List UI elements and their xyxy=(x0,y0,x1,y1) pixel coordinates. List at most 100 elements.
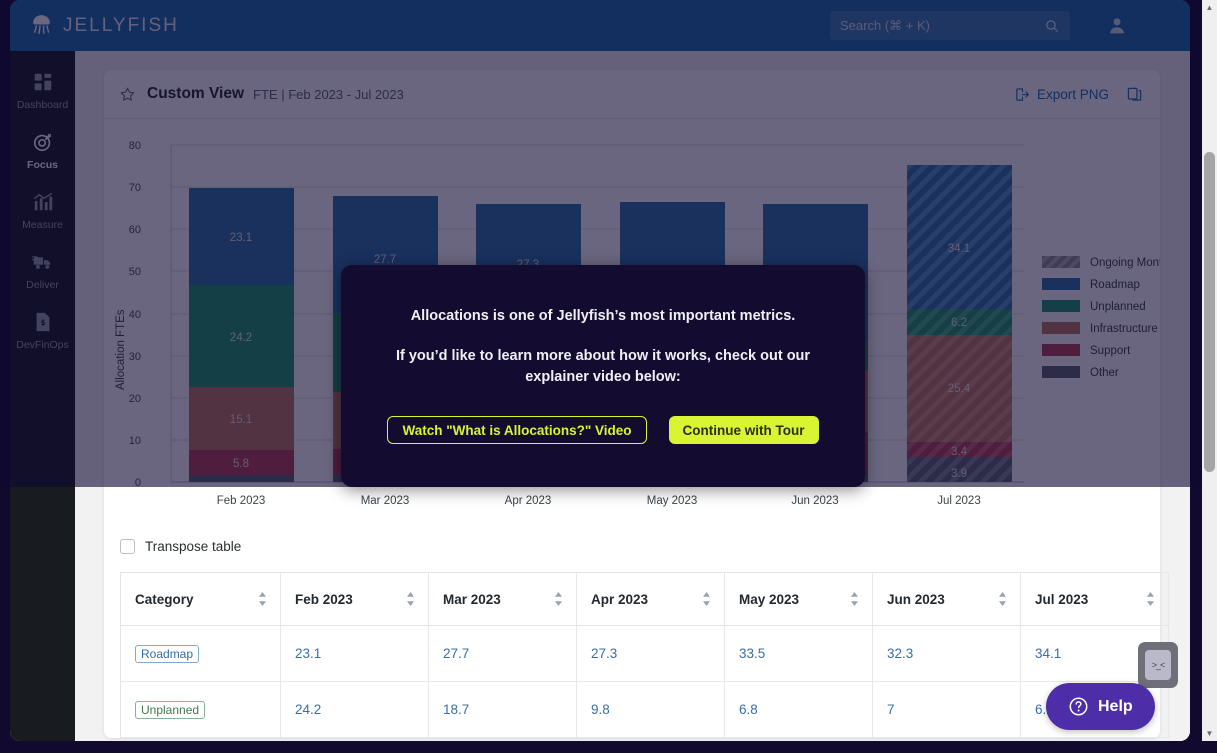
allocations-table: Category Feb 2023 Mar 2023 Apr 2023 May … xyxy=(120,572,1169,738)
page-scrollbar[interactable]: ▲ ▼ xyxy=(1202,0,1217,741)
help-button[interactable]: Help xyxy=(1046,683,1155,730)
chart-legend: Ongoing Month Roadmap Unplanned Infrastr… xyxy=(1042,256,1160,379)
table-row: Roadmap 23.1 27.7 27.3 33.5 32.3 34.1 xyxy=(120,625,1169,682)
table-col-jul-2023[interactable]: Jul 2023 xyxy=(1020,572,1169,626)
transpose-table-row[interactable]: Transpose table xyxy=(120,528,1160,564)
table-cell-value: 24.2 xyxy=(280,681,429,738)
bar-jul-2023: 34.1 6.2 25.4 3.4 3.9 xyxy=(907,165,1012,482)
duplicate-copy-icon[interactable] xyxy=(1126,86,1143,103)
svg-text:Jun 2023: Jun 2023 xyxy=(791,495,838,507)
export-png-icon xyxy=(1016,87,1029,101)
svg-text:70: 70 xyxy=(129,182,141,194)
scroll-up-arrow[interactable]: ▲ xyxy=(1202,0,1217,15)
table-col-category[interactable]: Category xyxy=(120,572,281,626)
category-chip-unplanned[interactable]: Unplanned xyxy=(135,700,206,719)
svg-text:50: 50 xyxy=(129,266,141,278)
document-dollar-icon xyxy=(36,312,49,332)
table-col-feb-2023[interactable]: Feb 2023 xyxy=(280,572,429,626)
sort-icon[interactable] xyxy=(850,592,859,606)
table-cell-value: 7 xyxy=(872,681,1021,738)
table-col-label: Feb 2023 xyxy=(295,591,353,607)
svg-text:May 2023: May 2023 xyxy=(647,495,698,507)
svg-text:40: 40 xyxy=(129,309,141,321)
sidebar-item-deliver[interactable]: Deliver xyxy=(10,240,75,300)
user-avatar-icon[interactable] xyxy=(1106,15,1128,37)
search-input[interactable] xyxy=(830,18,1044,33)
export-png-label: Export PNG xyxy=(1036,86,1109,102)
continue-with-tour-button[interactable]: Continue with Tour xyxy=(668,416,819,444)
svg-text:0: 0 xyxy=(135,477,141,489)
dashboard-grid-icon xyxy=(34,73,51,91)
sort-icon[interactable] xyxy=(702,592,711,606)
sidebar-item-focus[interactable]: Focus xyxy=(10,120,75,180)
scroll-down-arrow[interactable]: ▼ xyxy=(1202,726,1217,741)
table-cell-value: 27.3 xyxy=(576,625,725,682)
brand-name: JELLYFISH xyxy=(63,14,179,36)
table-col-apr-2023[interactable]: Apr 2023 xyxy=(576,572,725,626)
svg-text:60: 60 xyxy=(129,224,141,236)
table-col-label: Jul 2023 xyxy=(1035,591,1089,607)
svg-text:Infrastructure: Infrastructure xyxy=(1090,323,1158,335)
sidebar-item-devfinops[interactable]: DevFinOps xyxy=(10,300,75,360)
sidebar-item-dashboard[interactable]: Dashboard xyxy=(10,60,75,120)
tour-actions: Watch "What is Allocations?" Video Conti… xyxy=(387,416,819,444)
sort-icon[interactable] xyxy=(258,592,267,606)
search-icon[interactable] xyxy=(1044,18,1060,34)
sidebar-label-devfinops: DevFinOps xyxy=(16,339,69,351)
transpose-table-checkbox[interactable] xyxy=(120,538,135,554)
star-favorite-icon[interactable] xyxy=(119,86,136,103)
export-png-button[interactable]: Export PNG xyxy=(1015,87,1109,102)
table-cell-category: Unplanned xyxy=(120,681,281,738)
svg-text:34.1: 34.1 xyxy=(948,243,970,255)
tour-message-line-2: If you’d like to learn more about how it… xyxy=(395,348,811,385)
table-row: Unplanned 24.2 18.7 9.8 6.8 7 6.2 xyxy=(120,681,1169,738)
svg-text:Apr 2023: Apr 2023 xyxy=(505,495,552,507)
svg-text:Roadmap: Roadmap xyxy=(1090,279,1140,291)
sort-icon[interactable] xyxy=(998,592,1007,606)
svg-text:6.2: 6.2 xyxy=(951,317,967,329)
svg-text:Support: Support xyxy=(1090,345,1131,357)
terminal-face-icon: >_< xyxy=(1145,650,1171,680)
data-table-section: Transpose table Category Feb 2023 Mar 20… xyxy=(104,528,1169,738)
svg-text:Feb 2023: Feb 2023 xyxy=(217,495,266,507)
bar-feb-2023: 23.1 24.2 15.1 5.8 xyxy=(189,188,294,482)
category-chip-roadmap[interactable]: Roadmap xyxy=(135,644,200,663)
scrollbar-thumb[interactable] xyxy=(1204,152,1215,472)
sort-icon[interactable] xyxy=(554,592,563,606)
target-focus-icon xyxy=(33,133,52,152)
table-col-jun-2023[interactable]: Jun 2023 xyxy=(872,572,1021,626)
svg-text:Mar 2023: Mar 2023 xyxy=(361,495,410,507)
question-circle-icon xyxy=(1069,697,1088,716)
watch-allocations-video-button[interactable]: Watch "What is Allocations?" Video xyxy=(387,416,647,444)
svg-text:15.1: 15.1 xyxy=(230,414,252,426)
page-title: Custom View xyxy=(147,85,245,102)
svg-text:23.1: 23.1 xyxy=(230,232,252,244)
tour-message-line-1: Allocations is one of Jellyfish’s most i… xyxy=(410,308,796,324)
sidebar-label-dashboard: Dashboard xyxy=(16,99,69,111)
table-cell-value: 9.8 xyxy=(576,681,725,738)
sidebar-label-deliver: Deliver xyxy=(26,279,59,291)
tour-modal: Allocations is one of Jellyfish’s most i… xyxy=(341,265,865,487)
svg-text:3.9: 3.9 xyxy=(951,468,967,480)
global-search[interactable] xyxy=(830,11,1070,40)
table-col-mar-2023[interactable]: Mar 2023 xyxy=(428,572,577,626)
table-cell-category: Roadmap xyxy=(120,625,281,682)
sidebar-label-measure: Measure xyxy=(22,219,63,231)
sort-icon[interactable] xyxy=(406,592,415,606)
table-cell-value: 27.7 xyxy=(428,625,577,682)
svg-text:3.4: 3.4 xyxy=(951,446,968,458)
transpose-table-label: Transpose table xyxy=(145,538,242,554)
sidebar-item-measure[interactable]: Measure xyxy=(10,180,75,240)
side-panel-toggle[interactable]: >_< xyxy=(1138,642,1178,688)
table-cell-value: 23.1 xyxy=(280,625,429,682)
table-cell-value: 18.7 xyxy=(428,681,577,738)
table-cell-value: 6.8 xyxy=(724,681,873,738)
table-col-may-2023[interactable]: May 2023 xyxy=(724,572,873,626)
table-cell-value: 32.3 xyxy=(872,625,1021,682)
brand-logo-group[interactable]: JELLYFISH xyxy=(29,13,179,38)
sort-icon[interactable] xyxy=(1146,592,1155,606)
svg-text:Ongoing Month: Ongoing Month xyxy=(1090,257,1160,269)
bar-chart-icon xyxy=(33,193,52,211)
table-header-row: Category Feb 2023 Mar 2023 Apr 2023 May … xyxy=(120,572,1169,626)
svg-text:80: 80 xyxy=(129,140,141,152)
